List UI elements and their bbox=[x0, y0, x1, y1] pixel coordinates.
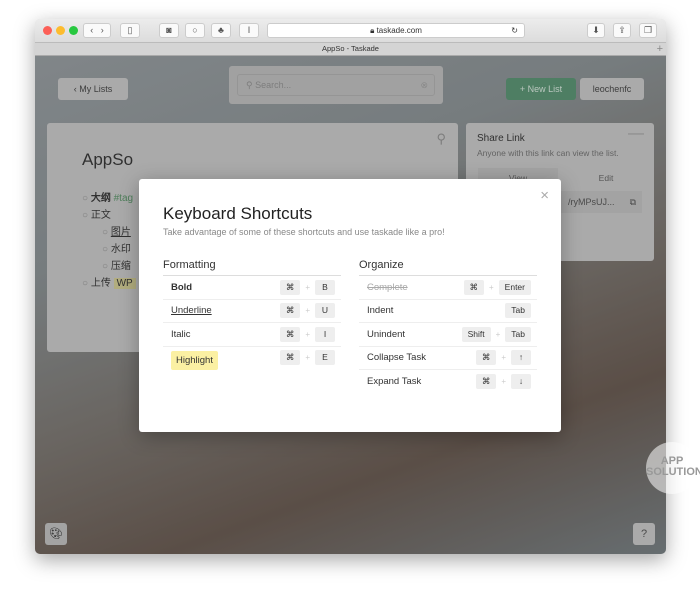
key: ⌘ bbox=[279, 303, 301, 319]
key: Enter bbox=[498, 279, 531, 295]
watermark-logo: APP SOLUTION bbox=[646, 442, 700, 494]
app-content: ‹ My Lists ⚲ Search... ⊗ + New List leoch… bbox=[35, 56, 666, 554]
address-bar[interactable]: 🔒︎ taskade.com ↻ bbox=[267, 23, 525, 38]
shortcut-row: Unindent Shift + Tab bbox=[359, 323, 537, 347]
shortcut-row: Complete ⌘ + Enter bbox=[359, 276, 537, 300]
key: ↑ bbox=[511, 350, 531, 366]
modal-title: Keyboard Shortcuts bbox=[163, 204, 313, 223]
shortcut-label: Highlight bbox=[171, 351, 218, 370]
back-forward-buttons[interactable]: ‹ › bbox=[83, 23, 111, 38]
shortcut-row: Collapse Task ⌘ + ↑ bbox=[359, 347, 537, 370]
key: ⌘ bbox=[279, 349, 301, 365]
shortcut-row: Expand Task ⌘ + ↓ bbox=[359, 370, 537, 394]
shortcut-label: Italic bbox=[171, 328, 191, 340]
shortcut-row: Italic ⌘ + I bbox=[163, 323, 341, 347]
key: ↓ bbox=[511, 374, 531, 390]
lock-icon: 🔒︎ bbox=[370, 26, 375, 35]
browser-window: ‹ › ▯ ◙ ○ ♣ I 🔒︎ taskade.com ↻ ⬇ ⇪ ❐ AppS… bbox=[35, 19, 666, 554]
tab-title[interactable]: AppSo - Taskade bbox=[322, 44, 379, 53]
key: B bbox=[315, 279, 335, 295]
shortcut-label: Collapse Task bbox=[367, 352, 426, 364]
keyboard-shortcuts-modal: × Keyboard Shortcuts Take advantage of s… bbox=[139, 179, 561, 432]
key: ⌘ bbox=[463, 279, 484, 295]
new-tab-icon[interactable]: + bbox=[657, 43, 663, 55]
formatting-section: Formatting Bold ⌘ + B Underline ⌘ + U Italic ⌘ +… bbox=[163, 259, 341, 375]
extension-icon[interactable]: ◙ bbox=[159, 23, 179, 38]
shortcut-label: Underline bbox=[171, 305, 212, 317]
key: E bbox=[315, 349, 335, 365]
key: I bbox=[315, 326, 335, 342]
shortcut-row: Underline ⌘ + U bbox=[163, 300, 341, 323]
minimize-window-button[interactable] bbox=[56, 26, 65, 35]
shortcut-label: Indent bbox=[367, 305, 394, 317]
key: Shift bbox=[461, 326, 491, 342]
shortcut-row: Bold ⌘ + B bbox=[163, 276, 341, 300]
zoom-window-button[interactable] bbox=[69, 26, 78, 35]
organize-section: Organize Complete ⌘ + Enter Indent Tab Unind… bbox=[359, 259, 537, 394]
title-bar: ‹ › ▯ ◙ ○ ♣ I 🔒︎ taskade.com ↻ ⬇ ⇪ ❐ bbox=[35, 19, 666, 42]
section-heading: Formatting bbox=[163, 259, 341, 276]
modal-subtitle: Take advantage of some of these shortcut… bbox=[163, 227, 445, 237]
key: ⌘ bbox=[475, 374, 497, 390]
section-heading: Organize bbox=[359, 259, 537, 276]
share-icon[interactable]: ⇪ bbox=[613, 23, 631, 38]
puzzle-icon[interactable]: ♣ bbox=[211, 23, 231, 38]
shortcut-label: Complete bbox=[367, 281, 408, 293]
shortcut-label: Expand Task bbox=[367, 376, 422, 388]
reload-icon[interactable]: ↻ bbox=[511, 24, 518, 37]
key: ⌘ bbox=[475, 350, 497, 366]
circle-icon[interactable]: ○ bbox=[185, 23, 205, 38]
shortcut-row: Highlight ⌘ + E bbox=[163, 347, 341, 375]
close-icon[interactable]: × bbox=[540, 187, 549, 204]
shortcut-row: Indent Tab bbox=[359, 300, 537, 323]
key: ⌘ bbox=[279, 279, 301, 295]
key: ⌘ bbox=[279, 326, 301, 342]
key: Tab bbox=[505, 326, 531, 342]
tab-bar: AppSo - Taskade + bbox=[35, 42, 666, 56]
shortcut-label: Unindent bbox=[367, 328, 406, 340]
sidebar-icon[interactable]: ▯ bbox=[120, 23, 140, 38]
url-text: taskade.com bbox=[376, 26, 422, 35]
tabs-icon[interactable]: ❐ bbox=[639, 23, 657, 38]
cursor-icon[interactable]: I bbox=[239, 23, 259, 38]
key: Tab bbox=[505, 303, 531, 319]
key: U bbox=[315, 303, 335, 319]
download-icon[interactable]: ⬇ bbox=[587, 23, 605, 38]
shortcut-label: Bold bbox=[171, 281, 193, 293]
close-window-button[interactable] bbox=[43, 26, 52, 35]
